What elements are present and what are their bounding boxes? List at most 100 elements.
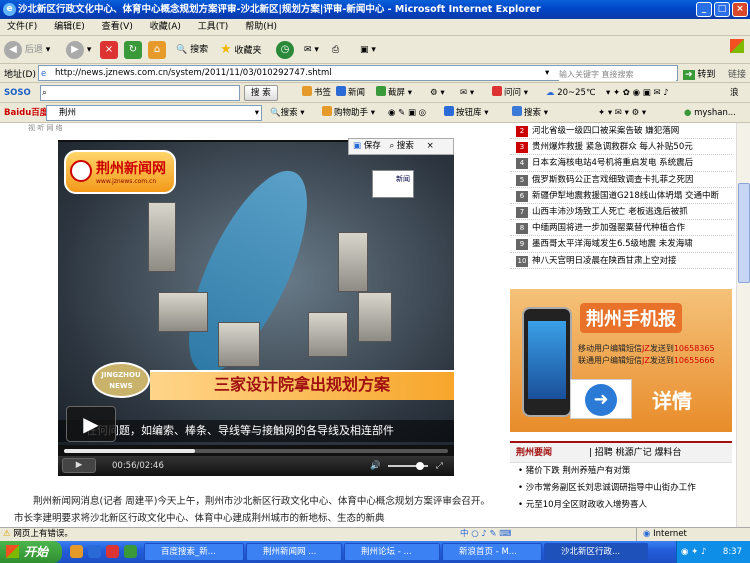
stop-button[interactable]: ×: [100, 40, 118, 60]
list-item[interactable]: • 猪价下跌 荆州养殖户有对策: [510, 463, 732, 480]
minimize-icon[interactable]: _: [696, 2, 712, 17]
task-baidu[interactable]: 百度搜索_新...: [144, 543, 244, 561]
baidu-user[interactable]: ● myshan...: [684, 106, 736, 120]
edit-button[interactable]: ▣ ▾: [360, 40, 376, 60]
warning-icon[interactable]: ⚠: [0, 529, 11, 539]
news-list-item[interactable]: 10 神八天宫明日凌晨在陕西甘肃上空对接: [510, 253, 732, 269]
window-title: 沙北新区行政文化中心、体育中心概念规划方案评审-沙北新区|规划方案|评审-新闻中…: [18, 4, 541, 15]
start-button[interactable]: 开始: [0, 541, 62, 563]
address-dropdown-icon[interactable]: ▾: [545, 66, 549, 80]
weather[interactable]: ☁ 20~25℃: [546, 86, 596, 100]
soso-logo[interactable]: SOSO: [4, 86, 31, 100]
close-icon[interactable]: ×: [732, 2, 748, 17]
maximize-icon[interactable]: □: [714, 2, 730, 17]
news-list-item[interactable]: 5 俄罗斯数码公正言戏细致调查卡扎菲之死因: [510, 172, 732, 188]
menu-view[interactable]: 查看(V): [95, 19, 140, 36]
soso-news[interactable]: 新闻: [336, 86, 365, 100]
channel-logo: 新闻: [372, 170, 414, 198]
news-list-item[interactable]: 4 日本玄海核电站4号机将重启发电 系统震后: [510, 155, 732, 172]
go-button[interactable]: ➜ 转到: [683, 67, 715, 80]
menu-edit[interactable]: 编辑(E): [47, 19, 92, 36]
quicklaunch-icon[interactable]: [106, 545, 119, 558]
soso-bookmark[interactable]: 书签: [302, 86, 331, 100]
list-item[interactable]: • 沙市常务副区长刘忠诚调研指导中山街办工作: [510, 480, 732, 497]
ad-detail-button[interactable]: 详情: [652, 385, 722, 417]
news-list-item[interactable]: 3 贵州爆炸救援 紧急调救群众 每人补贴50元: [510, 139, 732, 156]
quicklaunch-icon[interactable]: [124, 545, 137, 558]
dropdown-icon[interactable]: ▾: [255, 106, 259, 120]
baidu-logo[interactable]: Baidu百度: [4, 106, 48, 120]
volume-icon[interactable]: 🔊: [370, 456, 381, 476]
video-frame[interactable]: 荆州新闻网 www.jznews.com.cn 新闻 JINGZHOU NEWS…: [58, 142, 454, 445]
task-active-page[interactable]: 沙北新区行政...: [544, 543, 648, 561]
button-library[interactable]: 按钮库 ▾: [444, 106, 488, 120]
soso-search-input[interactable]: ⌕: [40, 85, 240, 101]
menu-file[interactable]: 文件(F): [0, 19, 44, 36]
soso-ask[interactable]: 问问 ▾: [492, 86, 528, 100]
jz-news-title[interactable]: 荆州要闻: [510, 448, 552, 458]
image-search-button[interactable]: ⌕ 搜索: [383, 141, 413, 151]
vertical-scrollbar[interactable]: [736, 123, 750, 527]
baidu-extra-icons[interactable]: ✦ ▾ ✉ ▾ ⚙ ▾: [598, 106, 646, 120]
fullscreen-icon[interactable]: ⤢: [436, 456, 443, 476]
news-list-item[interactable]: 8 中缅两国将进一步加强罂粟替代种植合作: [510, 220, 732, 237]
soso-mail[interactable]: ✉ ▾: [460, 86, 474, 100]
task-forum[interactable]: 荆州论坛 - ...: [344, 543, 440, 561]
menu-favorites[interactable]: 收藏(A): [143, 19, 188, 36]
address-input[interactable]: e http://news.jznews.com.cn/system/2011/…: [38, 65, 678, 81]
scrollbar-thumb[interactable]: [738, 183, 750, 283]
task-sina[interactable]: 新浪首页 - M...: [442, 543, 542, 561]
forward-button[interactable]: ▶ ▾: [66, 40, 91, 60]
mobile-news-ad[interactable]: 荆州手机报 移动用户编辑短信JZ发送到10658365 联通用户编辑短信JZ发送…: [510, 289, 732, 432]
baidu-search-input[interactable]: 荆州 ▾: [46, 105, 262, 121]
address-search-input[interactable]: 输入关键字 直接搜索: [559, 68, 676, 81]
baidu-search2[interactable]: 搜索 ▾: [512, 106, 548, 120]
ie-window: e 沙北新区行政文化中心、体育中心概念规划方案评审-沙北新区|规划方案|评审-新…: [0, 0, 750, 563]
news-list-item[interactable]: 6 新疆伊犁地震救援国道G218线山体坍塌 交通中断: [510, 188, 732, 204]
taskbar: 开始 百度搜索_新... 荆州新闻网 ... 荆州论坛 - ... 新浪首页 -…: [0, 541, 750, 563]
save-button[interactable]: ▣ 保存: [349, 141, 381, 151]
soso-settings[interactable]: ⚙ ▾: [430, 86, 445, 100]
news-list-item[interactable]: 9 墨西哥太平洋海域发生6.5级地震 未发海啸: [510, 236, 732, 253]
task-jznews[interactable]: 荆州新闻网 ...: [246, 543, 342, 561]
soso-more-icons[interactable]: ▾ ✦ ✿ ◉ ▣ ✉ ♪: [606, 86, 669, 100]
mail-icon: ✉: [304, 45, 312, 55]
baidu-search-button[interactable]: 🔍搜索 ▾: [270, 106, 305, 120]
favorites-button[interactable]: ★ 收藏夹: [220, 40, 262, 60]
big-play-icon[interactable]: ▶: [66, 406, 116, 442]
tray-icons[interactable]: ◉ ✦ ♪: [681, 541, 706, 563]
back-button[interactable]: ◀ 后退 ▾: [4, 40, 50, 60]
history-button[interactable]: ◷: [276, 40, 294, 60]
search-button[interactable]: 🔍 搜索: [176, 40, 208, 60]
badge-text: JINGZHOU NEWS: [101, 371, 141, 390]
menu-help[interactable]: 帮助(H): [238, 19, 284, 36]
shopping-assistant[interactable]: 购物助手 ▾: [322, 106, 375, 120]
rank-badge: 10: [516, 255, 528, 267]
soso-extra[interactable]: 浪: [730, 86, 739, 100]
volume-knob[interactable]: [416, 462, 424, 470]
toolbar-close-icon[interactable]: ×: [417, 141, 434, 151]
video-player[interactable]: 荆州新闻网 www.jznews.com.cn 新闻 JINGZHOU NEWS…: [58, 138, 454, 476]
progress-bar[interactable]: [64, 449, 448, 453]
ie-quicklaunch-icon[interactable]: [88, 545, 101, 558]
channel-name: 新闻: [396, 175, 410, 183]
jz-news-links[interactable]: | 招聘 桃源广记 爆料台: [555, 448, 682, 458]
news-list-item[interactable]: 7 山西丰沛沙场致工人死亡 老板逃逸后被抓: [510, 204, 732, 221]
refresh-button[interactable]: ↻: [124, 40, 142, 60]
soso-screenshot[interactable]: 截屏 ▾: [376, 86, 412, 100]
menu-tools[interactable]: 工具(T): [191, 19, 236, 36]
phone-screen: [528, 321, 566, 399]
quicklaunch-icon[interactable]: [70, 545, 83, 558]
print-button[interactable]: ⎙: [332, 40, 339, 60]
baidu-query: 荆州: [59, 108, 77, 118]
home-button[interactable]: ⌂: [148, 40, 166, 60]
play-button[interactable]: ▶: [62, 458, 96, 473]
links-label[interactable]: 链接: [728, 67, 746, 80]
soso-search-button[interactable]: 搜 索: [244, 85, 278, 101]
baidu-tool-icons[interactable]: ◉ ✎ ▣ ◎: [388, 106, 426, 120]
globe-icon: ◉: [643, 529, 651, 539]
mail-button[interactable]: ✉ ▾: [304, 40, 319, 60]
list-item[interactable]: • 元至10月全区财政收入增势喜人: [510, 497, 732, 514]
news-list-item[interactable]: 2 河北省级一级四口被采案告破 嫌犯落网: [510, 123, 732, 140]
star-icon: ★: [220, 42, 232, 57]
